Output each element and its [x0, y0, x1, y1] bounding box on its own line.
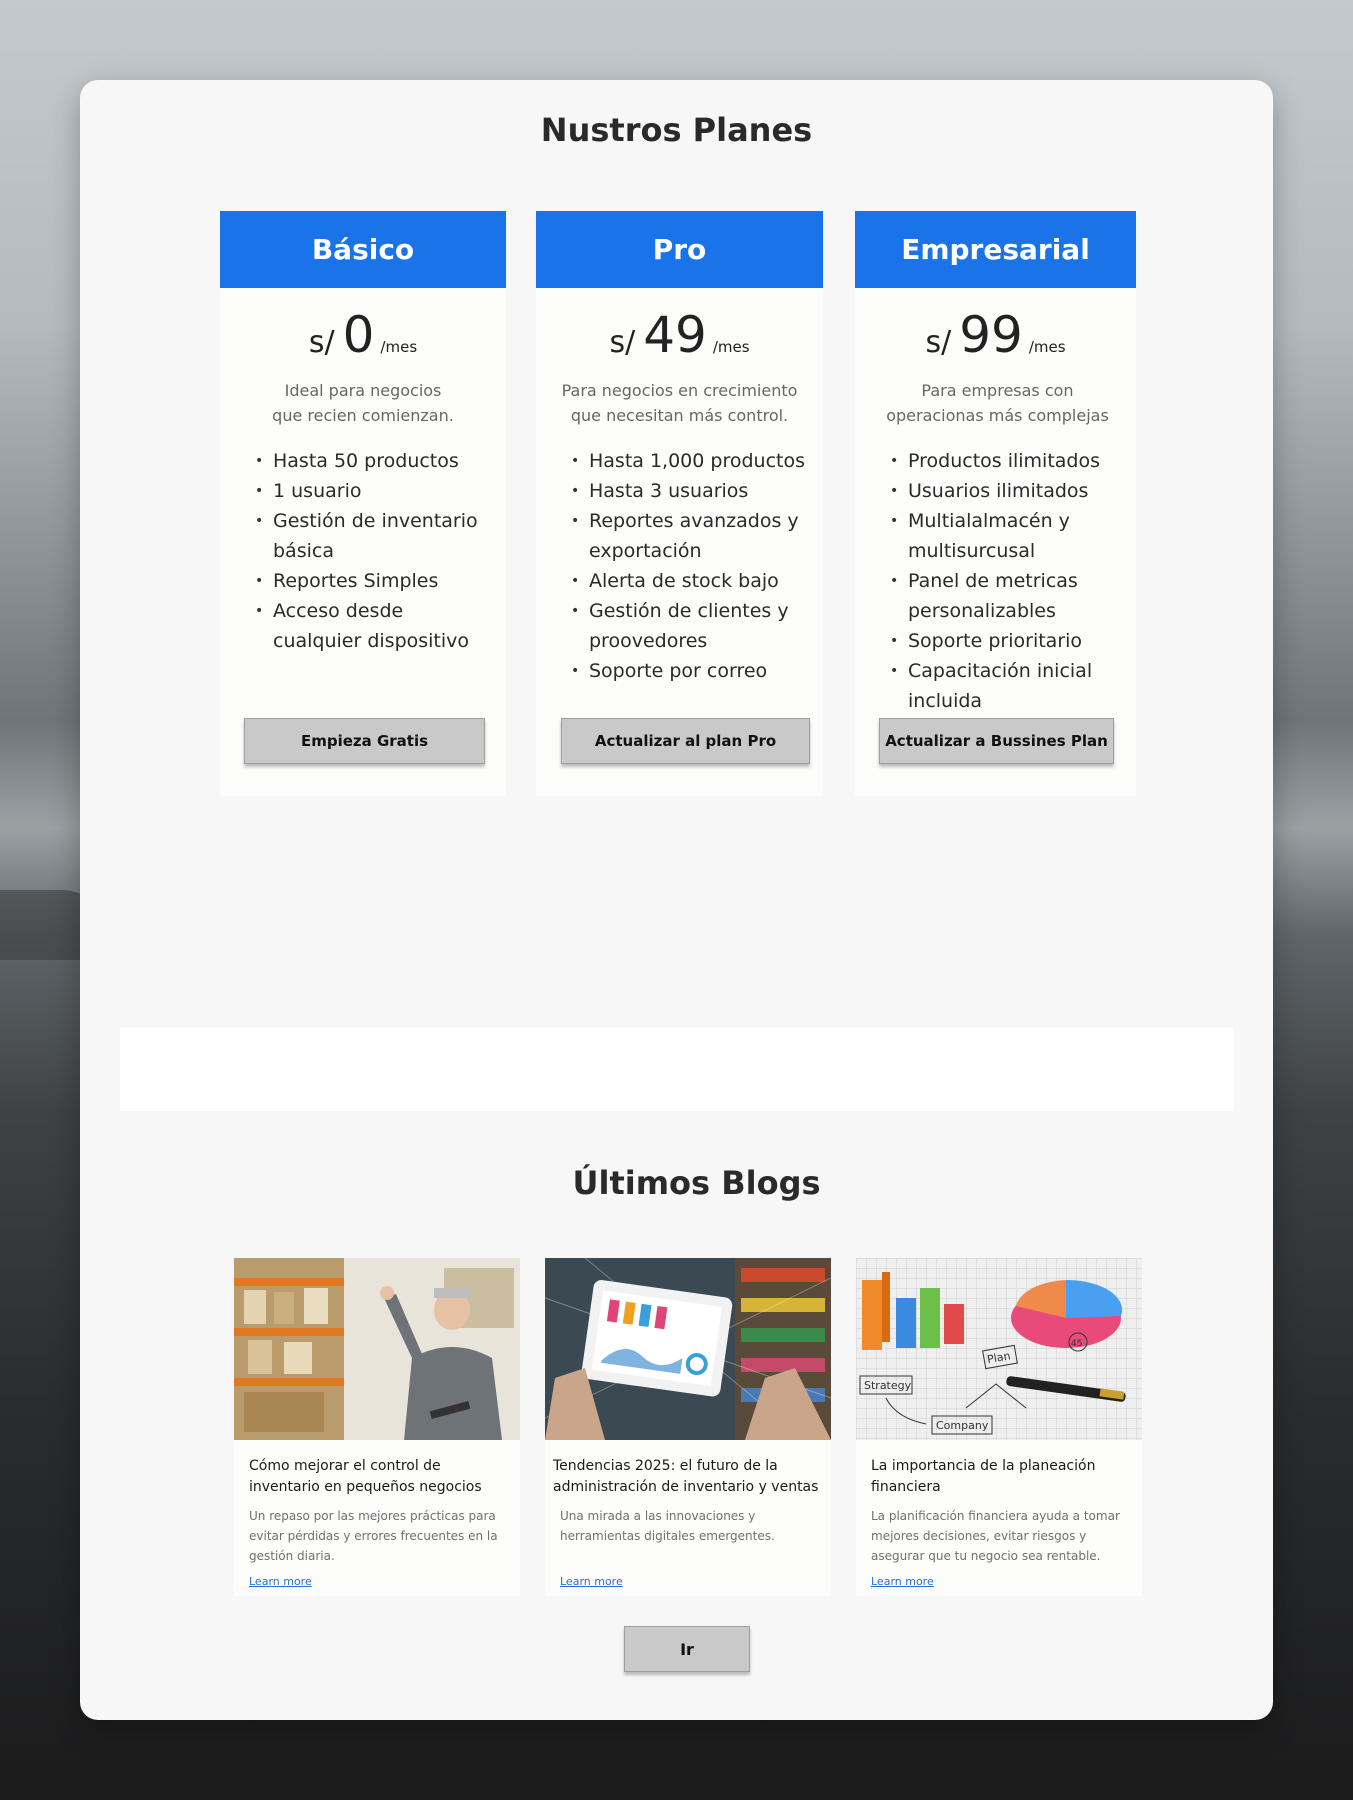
feature-item: Gestión de inventario básica — [255, 506, 506, 566]
feature-item: Multialalmacén y multisurcusal — [890, 506, 1136, 566]
feature-item: Usuarios ilimitados — [890, 476, 1136, 506]
plan-price: s/ 49 /mes — [536, 306, 823, 364]
price-currency: s/ — [609, 325, 636, 360]
upgrade-pro-button[interactable]: Actualizar al plan Pro — [561, 718, 810, 764]
feature-item: Reportes Simples — [255, 566, 506, 596]
plan-price: s/ 99 /mes — [855, 306, 1136, 364]
price-period: /mes — [380, 338, 418, 356]
blog-excerpt: La planificación financiera ayuda a toma… — [871, 1509, 1120, 1563]
go-button[interactable]: Ir — [624, 1626, 750, 1672]
plan-features: Productos ilimitados Usuarios ilimitados… — [855, 446, 1136, 716]
feature-item: Soporte por correo — [571, 656, 823, 686]
learn-more-link[interactable]: Learn more — [871, 1575, 934, 1588]
plans-title: Nustros Planes — [540, 111, 813, 149]
plan-features: Hasta 50 productos 1 usuario Gestión de … — [220, 446, 506, 656]
plan-price: s/ 0 /mes — [220, 306, 506, 364]
feature-item: Hasta 3 usuarios — [571, 476, 823, 506]
price-amount: 49 — [643, 306, 707, 364]
blog-image-warehouse — [234, 1258, 520, 1440]
plan-name: Básico — [220, 211, 506, 288]
feature-item: Alerta de stock bajo — [571, 566, 823, 596]
price-period: /mes — [712, 338, 750, 356]
content-band — [120, 1027, 1234, 1111]
feature-item: Hasta 1,000 productos — [571, 446, 823, 476]
blogs-title: Últimos Blogs — [572, 1164, 821, 1202]
image-label-company: Company — [936, 1419, 989, 1432]
feature-item: Soporte prioritario — [890, 626, 1136, 656]
plan-description: Para empresas con operacionas más comple… — [886, 381, 1109, 425]
main-panel: Nustros Planes Básico s/ 0 /mes Ideal pa… — [80, 80, 1273, 1720]
feature-item: Gestión de clientes y proovedores — [571, 596, 823, 656]
plan-card-pro: Pro s/ 49 /mes Para negocios en crecimie… — [536, 211, 823, 796]
plan-features: Hasta 1,000 productos Hasta 3 usuarios R… — [536, 446, 823, 686]
image-label-45: 45 — [1071, 1339, 1082, 1349]
plan-description: Ideal para negocios que recien comienzan… — [272, 381, 454, 425]
blog-image-finance: Strategy Plan Company 45 — [856, 1258, 1142, 1440]
blog-card[interactable]: Cómo mejorar el control de inventario en… — [234, 1258, 520, 1596]
plan-card-empresarial: Empresarial s/ 99 /mes Para empresas con… — [855, 211, 1136, 796]
feature-item: Hasta 50 productos — [255, 446, 506, 476]
price-amount: 0 — [342, 306, 375, 364]
blog-card[interactable]: Strategy Plan Company 45 La importancia … — [856, 1258, 1142, 1596]
start-free-button[interactable]: Empieza Gratis — [244, 718, 485, 764]
blog-image-tablet — [545, 1258, 831, 1440]
learn-more-link[interactable]: Learn more — [560, 1575, 623, 1588]
blog-excerpt: Un repaso por las mejores prácticas para… — [249, 1509, 498, 1563]
feature-item: Capacitación inicial incluida — [890, 656, 1136, 716]
price-period: /mes — [1028, 338, 1066, 356]
feature-item: Reportes avanzados y exportación — [571, 506, 823, 566]
plan-description: Para negocios en crecimiento que necesit… — [561, 381, 798, 425]
blog-title: Tendencias 2025: el futuro de la adminis… — [553, 1458, 819, 1495]
learn-more-link[interactable]: Learn more — [249, 1575, 312, 1588]
price-amount: 99 — [959, 306, 1023, 364]
feature-item: Productos ilimitados — [890, 446, 1136, 476]
price-currency: s/ — [308, 325, 335, 360]
blog-title: Cómo mejorar el control de inventario en… — [249, 1458, 482, 1495]
plan-name: Empresarial — [855, 211, 1136, 288]
plan-name: Pro — [536, 211, 823, 288]
blog-card[interactable]: Tendencias 2025: el futuro de la adminis… — [545, 1258, 831, 1596]
feature-item: Panel de metricas personalizables — [890, 566, 1136, 626]
upgrade-business-button[interactable]: Actualizar a Bussines Plan — [879, 718, 1114, 764]
blog-title: La importancia de la planeación financie… — [871, 1458, 1096, 1495]
image-label-strategy: Strategy — [864, 1379, 912, 1392]
plan-card-basico: Básico s/ 0 /mes Ideal para negocios que… — [220, 211, 506, 796]
blog-excerpt: Una mirada a las innovaciones y herramie… — [560, 1509, 775, 1543]
feature-item: 1 usuario — [255, 476, 506, 506]
feature-item: Acceso desde cualquier dispositivo — [255, 596, 506, 656]
price-currency: s/ — [925, 325, 952, 360]
